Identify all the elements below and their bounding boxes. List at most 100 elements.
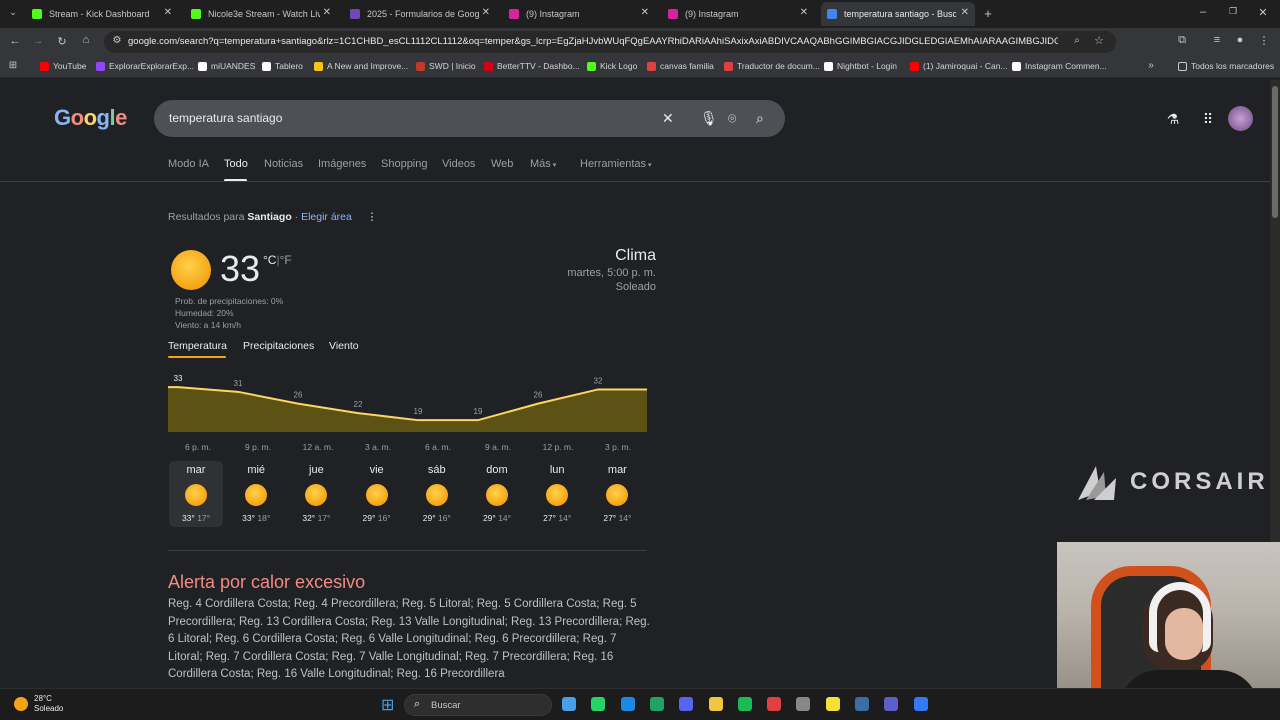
bookmark-item[interactable]: Traductor de docum... [724, 61, 820, 71]
bookmark-item[interactable]: miUANDES [198, 61, 255, 71]
tab-temperature[interactable]: Temperatura [168, 340, 227, 352]
browser-tab[interactable]: 2025 - Formularios de Google ✕ [344, 2, 496, 26]
scrollbar-thumb[interactable] [1272, 86, 1278, 218]
home-icon[interactable]: ⌂ [79, 34, 93, 46]
tab-close-icon[interactable]: ✕ [961, 7, 969, 18]
bookmark-item[interactable]: A New and Improve... [314, 61, 408, 71]
apps-grid-icon[interactable]: ⊞ [6, 60, 20, 71]
forward-icon[interactable]: → [31, 35, 45, 47]
back-icon[interactable]: ← [8, 35, 22, 47]
bookmark-item[interactable]: Instagram Commen... [1012, 61, 1107, 71]
reading-list-icon[interactable]: ≡ [1210, 34, 1224, 46]
search-box[interactable]: temperatura santiago ✕ 🎙 ⌾ ⌕ [154, 100, 785, 137]
forecast-day[interactable]: jue 32° 17° [289, 461, 343, 527]
nav-tab[interactable]: Todo [224, 158, 248, 170]
nav-tab[interactable]: Imágenes [318, 158, 366, 170]
taskbar-app-icon[interactable] [620, 697, 635, 711]
tab-list-icon[interactable]: ⌄ [6, 7, 20, 18]
search-input[interactable]: temperatura santiago [169, 111, 282, 125]
bookmark-item[interactable]: SWD | Inicio [416, 61, 476, 71]
tab-close-icon[interactable]: ✕ [323, 7, 331, 18]
taskbar-app-icon[interactable] [708, 697, 723, 711]
taskbar-weather[interactable]: 28°C Soleado [14, 694, 63, 714]
taskbar-search[interactable]: ⌕ Buscar [404, 694, 552, 716]
taskbar-app-icon[interactable] [767, 697, 782, 711]
search-icon[interactable]: ⌕ [756, 110, 764, 127]
taskbar-app-icon[interactable] [679, 697, 694, 711]
reload-icon[interactable]: ↻ [55, 35, 69, 48]
extensions-icon[interactable]: ⧉ [1175, 34, 1189, 47]
bookmark-item[interactable]: BetterTTV - Dashbo... [484, 61, 580, 71]
tab-close-icon[interactable]: ✕ [800, 7, 808, 18]
bookmark-item[interactable]: ExplorarExplorarExp... [96, 61, 194, 71]
bookmark-star-icon[interactable]: ☆ [1092, 34, 1106, 47]
forecast-day[interactable]: mar 33° 17° [169, 461, 223, 527]
tab-close-icon[interactable]: ✕ [164, 7, 172, 18]
nav-tab[interactable]: Herramientas ▾ [580, 158, 652, 170]
labs-icon[interactable]: ⚗ [1166, 111, 1180, 128]
new-tab-icon[interactable]: + [981, 6, 995, 21]
nav-tab[interactable]: Videos [442, 158, 475, 170]
browser-tab[interactable]: (9) Instagram ✕ [662, 2, 814, 26]
more-options-icon[interactable]: ⋮ [367, 211, 378, 223]
taskbar-app-icon[interactable] [562, 697, 576, 711]
nav-tab[interactable]: Shopping [381, 158, 428, 170]
forecast-day[interactable]: sáb 29° 16° [410, 461, 464, 527]
start-icon[interactable]: ⊞ [381, 695, 394, 715]
bookmark-item[interactable]: canvas familia [647, 61, 714, 71]
browser-tab[interactable]: Stream - Kick Dashboard ✕ [26, 2, 178, 26]
forecast-day[interactable]: mié 33° 18° [229, 461, 283, 527]
google-apps-icon[interactable]: ⠿ [1201, 111, 1215, 128]
site-info-icon[interactable]: ⚙ [110, 35, 124, 46]
sunny-icon [365, 484, 388, 506]
profile-avatar-icon[interactable]: ● [1233, 34, 1247, 46]
google-logo[interactable]: Google [54, 105, 127, 131]
celsius-unit[interactable]: °C [263, 253, 276, 267]
account-avatar[interactable] [1228, 106, 1253, 131]
taskbar-app-icon[interactable] [591, 697, 606, 711]
bookmark-item[interactable]: YouTube [40, 61, 86, 71]
browser-tab[interactable]: temperatura santiago - Buscar c ✕ [821, 2, 975, 26]
minimize-icon[interactable]: – [1196, 6, 1210, 18]
taskbar-app-icon[interactable] [649, 697, 664, 711]
restore-icon[interactable]: ❐ [1226, 6, 1240, 17]
taskbar-app-icon[interactable] [884, 697, 899, 711]
forecast-day[interactable]: dom 29° 14° [470, 461, 524, 527]
forecast-day[interactable]: lun 27° 14° [530, 461, 584, 527]
nav-tab[interactable]: Noticias [264, 158, 303, 170]
taskbar-app-icon[interactable] [855, 697, 869, 711]
nav-tab[interactable]: Web [491, 158, 513, 170]
menu-icon[interactable]: ⋮ [1257, 34, 1271, 47]
more-bookmarks-icon[interactable]: » [1144, 60, 1158, 71]
choose-area-link[interactable]: Elegir área [301, 211, 352, 223]
tab-close-icon[interactable]: ✕ [641, 7, 649, 18]
address-bar[interactable]: ⚙ google.com/search?q=temperatura+santia… [104, 31, 1116, 53]
zoom-icon[interactable]: ⌕ [1070, 35, 1084, 46]
tab-wind[interactable]: Viento [329, 340, 359, 352]
taskbar-app-icon[interactable] [737, 697, 752, 711]
forecast-day-name: mar [607, 464, 627, 476]
forecast-day[interactable]: vie 29° 16° [350, 461, 404, 527]
bookmark-item[interactable]: Kick Logo [587, 61, 637, 71]
fahrenheit-unit[interactable]: °F [280, 253, 292, 267]
microphone-icon[interactable]: 🎙 [700, 110, 718, 127]
tab-precipitation[interactable]: Precipitaciones [243, 340, 314, 352]
close-window-icon[interactable]: ✕ [1256, 6, 1270, 19]
forecast-day[interactable]: mar 27° 14° [590, 461, 644, 527]
heat-alert-title[interactable]: Alerta por calor excesivo [168, 572, 365, 593]
temperature-chart[interactable]: 33 6 p. m. 31 9 p. m. 26 12 a. m. 22 3 a. m. 19 6… [168, 370, 647, 460]
bookmark-item[interactable]: (1) Jamiroquai - Can... [910, 61, 1008, 71]
bookmark-item[interactable]: Nightbot - Login [824, 61, 897, 71]
clear-icon[interactable]: ✕ [662, 110, 674, 127]
bookmark-item[interactable]: Tablero [262, 61, 303, 71]
taskbar-app-icon[interactable] [825, 697, 840, 711]
tab-close-icon[interactable]: ✕ [482, 7, 490, 18]
nav-tab[interactable]: Modo IA [168, 158, 209, 170]
taskbar-app-icon[interactable] [796, 697, 811, 711]
all-bookmarks-folder[interactable]: Todos los marcadores [1178, 61, 1274, 71]
browser-tab[interactable]: Nicole3e Stream - Watch Live o✕ [185, 2, 337, 26]
taskbar-app-icon[interactable] [913, 697, 928, 711]
browser-tab[interactable]: (9) Instagram ✕ [503, 2, 655, 26]
lens-icon[interactable]: ⌾ [728, 110, 736, 127]
nav-tab[interactable]: Más ▾ [530, 158, 556, 170]
